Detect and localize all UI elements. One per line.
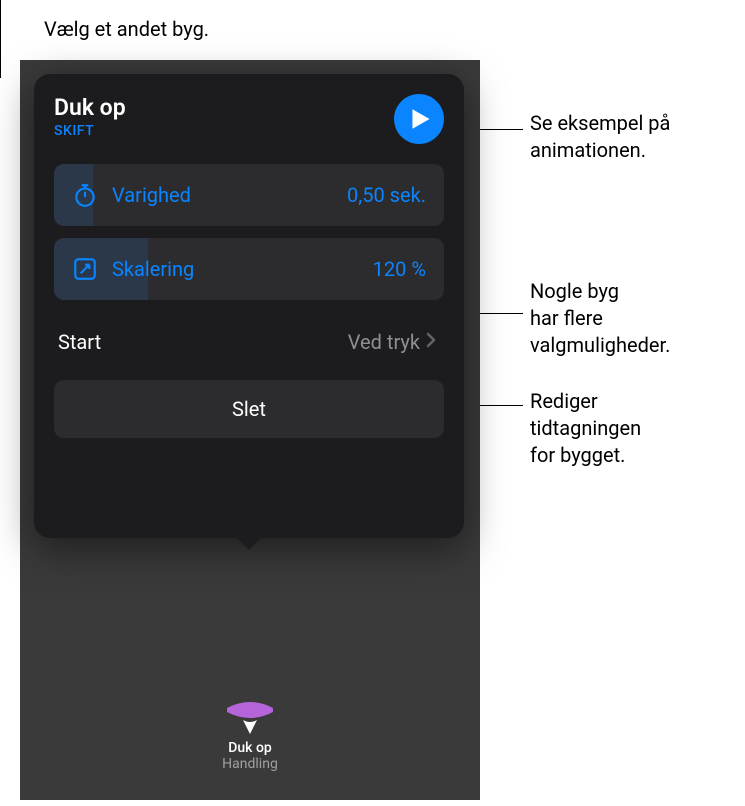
title-block[interactable]: Duk op SKIFT [54, 94, 126, 139]
duration-value: 0,50 sek. [347, 183, 426, 207]
callout-more-options: Nogle byg har flere valgmuligheder. [530, 278, 670, 359]
callout-text: animationen. [530, 138, 646, 162]
preview-play-button[interactable] [394, 94, 444, 144]
delete-label: Slet [232, 397, 266, 421]
callout-text: tidtagningen [530, 416, 641, 440]
change-build-link[interactable]: SKIFT [54, 123, 126, 139]
scale-value: 120 % [373, 257, 426, 281]
build-settings-popover: Duk op SKIFT Varighed 0,50 sek. [34, 74, 464, 538]
callout-text: valgmuligheder. [530, 333, 670, 357]
callout-text: Rediger [530, 389, 598, 413]
scale-slider-row[interactable]: Skalering 120 % [54, 238, 444, 300]
build-item-type: Handling [222, 756, 278, 772]
delete-button[interactable]: Slet [54, 380, 444, 438]
start-trigger-row[interactable]: Start Ved tryk [54, 312, 444, 372]
popover-header: Duk op SKIFT [54, 94, 444, 144]
callout-text: Se eksempel på [530, 111, 670, 135]
build-order-item[interactable]: Duk op Handling [185, 694, 315, 772]
start-label: Start [58, 330, 348, 354]
build-item-name: Duk op [228, 740, 272, 756]
duration-slider-row[interactable]: Varighed 0,50 sek. [54, 164, 444, 226]
build-title: Duk op [54, 94, 126, 121]
callout-text: Nogle byg [530, 279, 619, 303]
callout-line [0, 0, 1, 78]
callout-preview-animation: Se eksempel på animationen. [530, 110, 670, 164]
callout-choose-other-build: Vælg et andet byg. [44, 16, 209, 43]
duration-label: Varighed [112, 183, 347, 207]
callout-text: har flere [530, 306, 603, 330]
chevron-right-icon [426, 332, 436, 352]
callout-text: for bygget. [530, 443, 625, 467]
scale-label: Skalering [112, 257, 373, 281]
start-value: Ved tryk [348, 330, 420, 354]
popover-arrow [235, 536, 263, 550]
expand-icon [72, 256, 98, 282]
stopwatch-icon [72, 182, 98, 208]
play-icon [411, 108, 431, 130]
build-thumbnail [223, 694, 277, 734]
callout-edit-timing: Rediger tidtagningen for bygget. [530, 388, 641, 469]
